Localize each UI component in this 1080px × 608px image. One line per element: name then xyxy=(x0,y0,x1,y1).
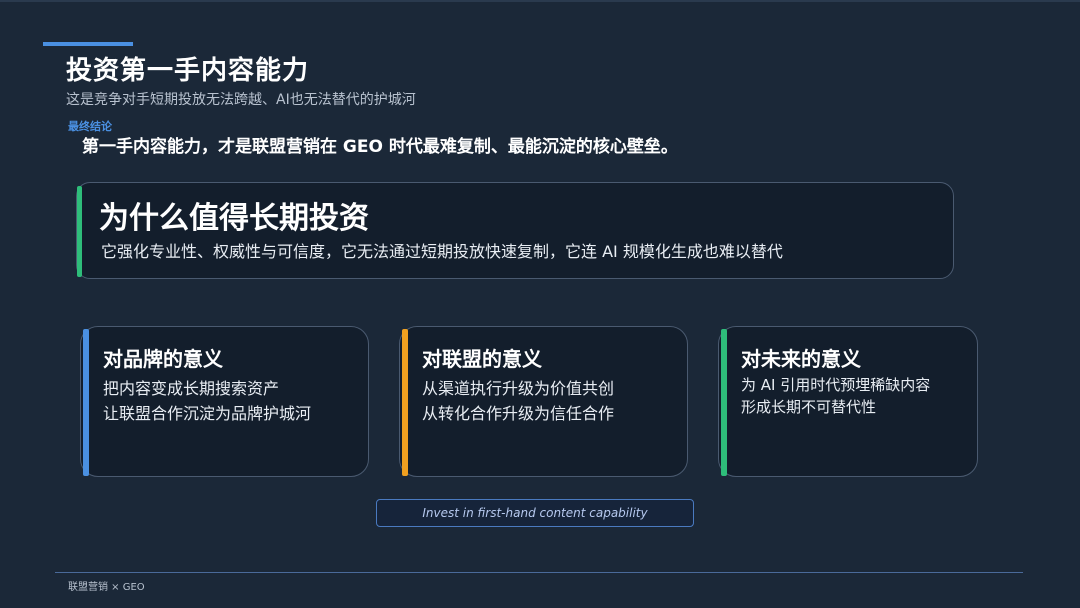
card-body: 它强化专业性、权威性与可信度，它无法通过短期投放快速复制，它连 AI 规模化生成… xyxy=(101,242,783,261)
slide-subtitle: 这是竞争对手短期投放无法跨越、AI也无法替代的护城河 xyxy=(66,92,416,108)
card-line: 让联盟合作沉淀为品牌护城河 xyxy=(103,404,312,423)
why-invest-card: 为什么值得长期投资 它强化专业性、权威性与可信度，它无法通过短期投放快速复制，它… xyxy=(76,182,954,279)
card-line: 从转化合作升级为信任合作 xyxy=(422,404,615,423)
future-meaning-card: 对未来的意义 为 AI 引用时代预埋稀缺内容 形成长期不可替代性 xyxy=(718,326,978,477)
card-accent-bar xyxy=(77,186,82,277)
brand-meaning-card: 对品牌的意义 把内容变成长期搜索资产 让联盟合作沉淀为品牌护城河 xyxy=(80,326,369,477)
card-accent-bar xyxy=(721,329,727,476)
affiliate-meaning-card: 对联盟的意义 从渠道执行升级为价值共创 从转化合作升级为信任合作 xyxy=(399,326,688,477)
top-rule xyxy=(0,0,1080,2)
title-accent-bar xyxy=(43,42,133,46)
card-heading: 为什么值得长期投资 xyxy=(99,201,369,236)
card-line: 为 AI 引用时代预埋稀缺内容 xyxy=(741,376,931,394)
card-heading: 对联盟的意义 xyxy=(422,347,542,371)
footer-rule xyxy=(55,572,1023,573)
card-accent-bar xyxy=(402,329,408,476)
card-accent-bar xyxy=(83,329,89,476)
card-line: 形成长期不可替代性 xyxy=(741,398,877,416)
card-heading: 对未来的意义 xyxy=(741,347,861,371)
footer-text: 联盟营销 × GEO xyxy=(68,582,145,593)
card-heading: 对品牌的意义 xyxy=(103,347,223,371)
card-line: 从渠道执行升级为价值共创 xyxy=(422,379,615,398)
final-conclusion-text: 第一手内容能力，才是联盟营销在 GEO 时代最难复制、最能沉淀的核心壁垒。 xyxy=(82,137,678,157)
slide-title: 投资第一手内容能力 xyxy=(66,56,310,86)
tagline-box: Invest in first-hand content capability xyxy=(376,499,694,527)
card-line: 把内容变成长期搜索资产 xyxy=(103,379,280,398)
